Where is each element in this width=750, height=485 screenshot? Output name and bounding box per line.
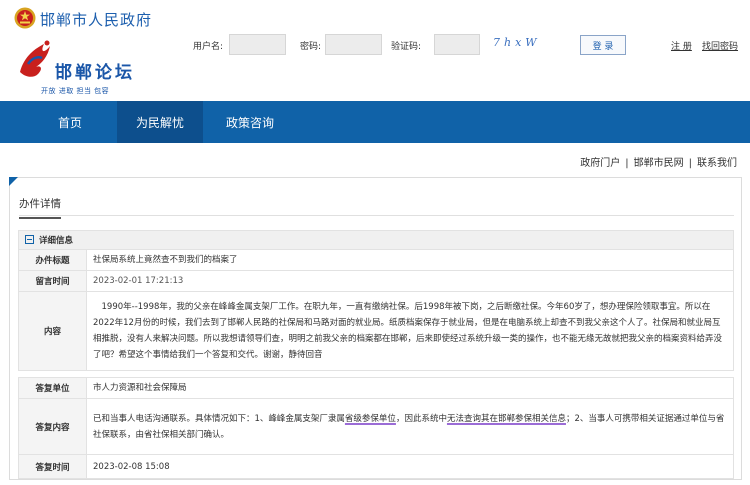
time-value: 2023-02-01 17:21:13 bbox=[86, 270, 734, 292]
portal-links: 政府门户 | 邯郸市民网 | 联系我们 bbox=[580, 158, 737, 169]
forgot-password-link[interactable]: 找回密码 bbox=[702, 39, 738, 52]
nav-home[interactable]: 首页 bbox=[35, 101, 105, 143]
login-button[interactable]: 登 录 bbox=[580, 35, 626, 55]
captcha-image[interactable]: 7hxW bbox=[491, 35, 549, 49]
reply-text-1: 已和当事人电话沟通联系。具体情况如下：1、峰峰金属支架厂隶属 bbox=[93, 413, 345, 424]
password-input[interactable] bbox=[325, 34, 382, 55]
portal-link-citizen[interactable]: 邯郸市民网 bbox=[634, 158, 684, 169]
reply-content-key: 答复内容 bbox=[18, 398, 87, 455]
portal-link-contact[interactable]: 联系我们 bbox=[697, 158, 737, 169]
title-value: 社保局系统上竟然查不到我们的档案了 bbox=[86, 249, 734, 271]
reply-unit-key: 答复单位 bbox=[18, 377, 87, 399]
info-header: 详细信息 bbox=[18, 230, 734, 250]
nav-appeals[interactable]: 为民解忧 bbox=[117, 101, 203, 143]
section-divider bbox=[19, 215, 734, 216]
portal-link-gov[interactable]: 政府门户 bbox=[580, 158, 620, 169]
reply-time-value: 2023-02-08 15:08 bbox=[86, 454, 734, 479]
reply-text-2: ，因此系统中 bbox=[395, 413, 447, 424]
content-value: 1990年--1998年，我的父亲在峰峰金属支架厂工作。在职九年，一直有缴纳社保… bbox=[86, 291, 734, 371]
captcha-text: 7hxW bbox=[493, 36, 541, 49]
username-label: 用户名: bbox=[193, 42, 224, 52]
main-nav bbox=[0, 101, 750, 143]
collapse-icon bbox=[25, 235, 34, 244]
nav-policy[interactable]: 政策咨询 bbox=[213, 101, 287, 143]
reply-highlight-1: 省级参保单位 bbox=[344, 413, 396, 424]
national-emblem-icon bbox=[14, 7, 36, 29]
detail-info-table: 详细信息 办件标题 社保局系统上竟然查不到我们的档案了 留言时间 2023-02… bbox=[18, 230, 734, 371]
reply-unit-value: 市人力资源和社会保障局 bbox=[86, 377, 734, 399]
register-link[interactable]: 注 册 bbox=[671, 39, 692, 52]
captcha-input[interactable] bbox=[434, 34, 480, 55]
card-corner-marker bbox=[9, 177, 18, 186]
reply-highlight-2: 无法查询其在邯郸参保相关信息 bbox=[446, 413, 566, 424]
content-key: 内容 bbox=[18, 291, 87, 371]
reply-time-key: 答复时间 bbox=[18, 454, 87, 479]
info-header-label: 详细信息 bbox=[39, 236, 74, 246]
username-input[interactable] bbox=[229, 34, 286, 55]
captcha-label: 验证码: bbox=[391, 42, 422, 52]
reply-content-value: 已和当事人电话沟通联系。具体情况如下：1、峰峰金属支架厂隶属省级参保单位，因此系… bbox=[86, 398, 734, 455]
time-key: 留言时间 bbox=[18, 270, 87, 292]
gov-site-name[interactable]: 邯郸市人民政府 bbox=[40, 9, 152, 30]
title-key: 办件标题 bbox=[18, 249, 87, 271]
reply-table: 答复单位 市人力资源和社会保障局 答复内容 已和当事人电话沟通联系。具体情况如下… bbox=[18, 377, 734, 479]
password-label: 密码: bbox=[300, 42, 322, 52]
forum-slogan: 开放 进取 担当 包容 bbox=[41, 87, 110, 95]
forum-name: 邯郸论坛 bbox=[55, 63, 135, 83]
